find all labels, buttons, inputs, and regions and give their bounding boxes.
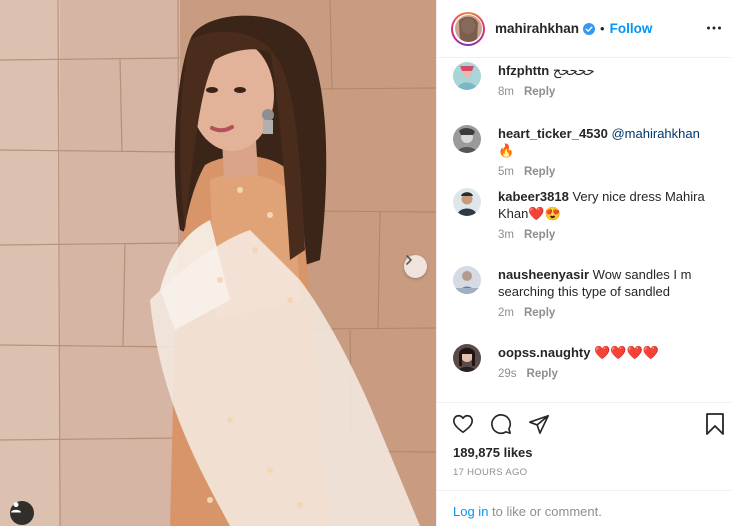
likes-count[interactable]: 189,875 likes xyxy=(453,445,533,460)
verified-badge-icon xyxy=(583,22,596,35)
bookmark-icon[interactable] xyxy=(705,413,725,435)
avatar[interactable] xyxy=(451,11,485,46)
comment-item: hfzphttn ححححح 8m Reply xyxy=(453,62,723,98)
comment-username[interactable]: nausheenyasir xyxy=(498,267,589,282)
login-prompt-text: to like or comment. xyxy=(488,504,602,519)
comment-item: heart_ticker_4530 @mahirahkhan 🔥 5m Reply xyxy=(453,125,723,178)
login-link[interactable]: Log in xyxy=(453,504,488,519)
share-icon[interactable] xyxy=(528,413,550,435)
comment-avatar[interactable] xyxy=(453,344,481,372)
comment-avatar[interactable] xyxy=(453,266,481,294)
comments-list[interactable]: hfzphttn ححححح 8m Reply heart_ticker_4530… xyxy=(437,58,731,402)
comment-text: ححححح xyxy=(549,63,595,78)
photo-image xyxy=(0,0,436,526)
comment-username[interactable]: kabeer3818 xyxy=(498,189,569,204)
comment-item: kabeer3818 Very nice dress Mahira Khan❤️… xyxy=(453,188,723,241)
post-photo[interactable] xyxy=(0,0,436,526)
follow-button[interactable]: Follow xyxy=(610,21,653,36)
post-username[interactable]: mahirahkhan xyxy=(495,21,579,36)
reply-button[interactable]: Reply xyxy=(524,166,555,178)
comment-emoji: ❤️❤️❤️❤️ xyxy=(594,345,659,360)
avatar-image xyxy=(454,15,482,42)
comment-avatar[interactable] xyxy=(453,62,481,90)
comment-emoji: 🔥 xyxy=(498,143,515,158)
next-photo-button[interactable] xyxy=(404,255,427,278)
comment-item: oopss.naughty ❤️❤️❤️❤️ 29s Reply xyxy=(453,344,723,380)
mention-link[interactable]: @mahirahkhan xyxy=(611,126,699,141)
comment-time: 5m xyxy=(498,166,514,178)
comment-time: 8m xyxy=(498,86,514,98)
comment-username[interactable]: heart_ticker_4530 xyxy=(498,126,608,141)
reply-button[interactable]: Reply xyxy=(524,307,555,319)
comment-avatar[interactable] xyxy=(453,125,481,153)
post-actions: 189,875 likes 17 HOURS AGO xyxy=(437,402,731,478)
post-header: mahirahkhan • Follow xyxy=(437,0,731,58)
comment-username[interactable]: oopss.naughty xyxy=(498,345,590,360)
header-separator: • xyxy=(600,21,605,36)
comment-username[interactable]: hfzphttn xyxy=(498,63,549,78)
heart-icon[interactable] xyxy=(452,413,474,435)
comment-time: 2m xyxy=(498,307,514,319)
comment-icon[interactable] xyxy=(490,413,512,435)
more-options-icon[interactable] xyxy=(706,20,722,41)
reply-button[interactable]: Reply xyxy=(524,86,555,98)
login-prompt: Log in to like or comment. xyxy=(437,490,731,526)
post-side-panel: mahirahkhan • Follow hfzphttn ححححح 8m Re… xyxy=(436,0,731,526)
comment-item: nausheenyasir Wow sandles I m searching … xyxy=(453,266,723,319)
reply-button[interactable]: Reply xyxy=(524,229,555,241)
comment-time: 29s xyxy=(498,368,517,380)
comment-avatar[interactable] xyxy=(453,188,481,216)
reply-button[interactable]: Reply xyxy=(527,368,558,380)
comment-time: 3m xyxy=(498,229,514,241)
comment-emoji: ❤️😍 xyxy=(528,206,561,221)
post-timestamp[interactable]: 17 HOURS AGO xyxy=(453,467,527,478)
tagged-users-button[interactable] xyxy=(10,501,34,525)
